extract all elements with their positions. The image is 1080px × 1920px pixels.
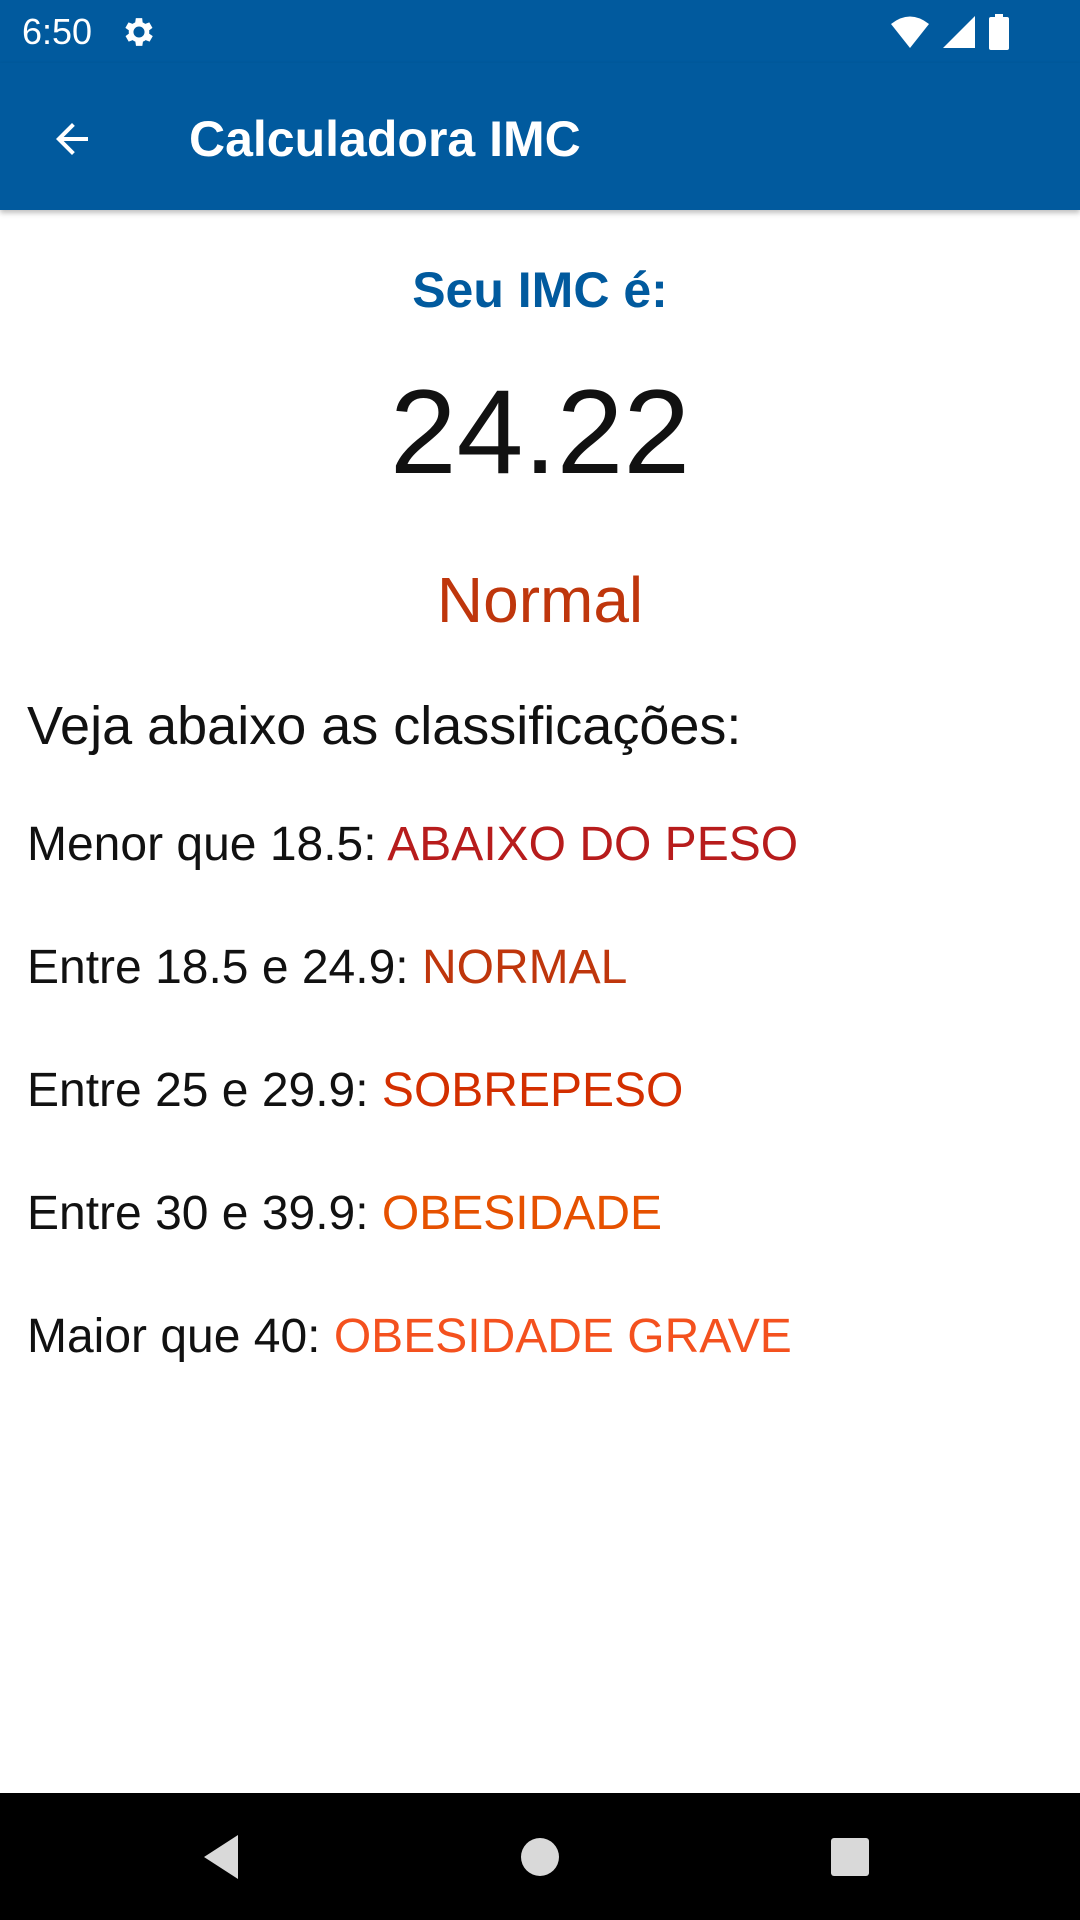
classification-range: Entre 18.5 e 24.9: (27, 941, 422, 994)
classification-row-severe-obesity: Maior que 40: OBESIDADE GRAVE (27, 1307, 792, 1367)
classification-range: Maior que 40: (27, 1310, 334, 1363)
status-time: 6:50 (22, 11, 93, 52)
back-triangle-icon[interactable] (194, 1827, 254, 1887)
result-label: Seu IMC é: (412, 262, 668, 318)
status-icons (890, 14, 1010, 50)
classifications-heading: Veja abaixo as classificações: (27, 696, 742, 756)
classification-row-overweight: Entre 25 e 29.9: SOBREPESO (27, 1061, 683, 1121)
wifi-icon (891, 16, 929, 48)
back-button[interactable] (36, 103, 108, 175)
signal-icon (943, 16, 975, 48)
gear-icon (125, 18, 153, 46)
bmi-classification: Normal (436, 564, 644, 636)
battery-icon (989, 14, 1009, 50)
classification-category: NORMAL (421, 941, 628, 994)
classification-category: OBESIDADE (381, 1187, 662, 1240)
classification-category: OBESIDADE GRAVE (333, 1310, 792, 1363)
classification-range: Menor que 18.5: (27, 818, 388, 871)
recents-square-icon[interactable] (820, 1827, 880, 1887)
app-bar: Calculadora IMC (0, 63, 1080, 210)
classification-range: Entre 30 e 39.9: (27, 1187, 382, 1240)
navigation-bar (0, 1793, 1080, 1920)
status-bar: 6:50 (0, 0, 1080, 63)
classification-row-underweight: Menor que 18.5: ABAIXO DO PESO (27, 815, 798, 875)
arrow-back-icon (56, 123, 88, 155)
main-content: Seu IMC é: 24.22 Normal Veja abaixo as c… (0, 210, 1080, 1793)
classification-row-obesity: Entre 30 e 39.9: OBESIDADE (27, 1184, 662, 1244)
page-title: Calculadora IMC (189, 111, 581, 167)
classification-range: Entre 25 e 29.9: (27, 1064, 382, 1117)
home-circle-icon[interactable] (510, 1827, 570, 1887)
classification-row-normal: Entre 18.5 e 24.9: NORMAL (27, 938, 627, 998)
classification-category: SOBREPESO (381, 1064, 684, 1117)
classification-category: ABAIXO DO PESO (387, 818, 799, 871)
bmi-value: 24.22 (389, 365, 691, 499)
